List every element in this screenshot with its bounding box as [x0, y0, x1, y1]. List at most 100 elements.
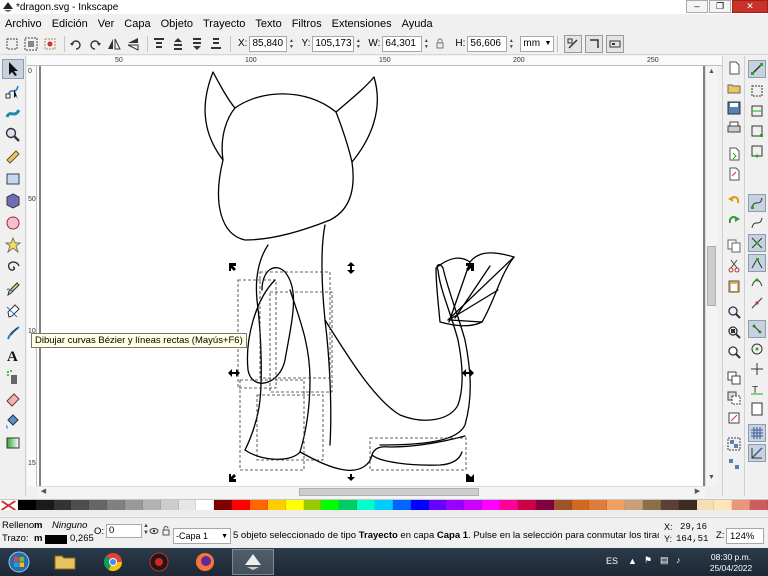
horizontal-scrollbar[interactable]: ◀ ▶	[37, 486, 705, 498]
box-3d-tool[interactable]	[2, 191, 24, 211]
raise-icon[interactable]	[170, 36, 186, 52]
select-all-icon[interactable]	[4, 36, 20, 52]
menu-ayuda[interactable]: Ayuda	[402, 18, 433, 30]
lower-to-bottom-icon[interactable]	[208, 36, 224, 52]
stroke-width[interactable]: 0,265	[70, 533, 94, 544]
menu-trayecto[interactable]: Trayecto	[203, 18, 245, 30]
snap-path-intersection-icon[interactable]	[748, 234, 766, 252]
menu-filtros[interactable]: Filtros	[292, 18, 322, 30]
x-spinner-icon[interactable]: ▲ ▼	[287, 36, 295, 52]
star-tool[interactable]	[2, 235, 24, 255]
menu-ver[interactable]: Ver	[98, 18, 115, 30]
network-icon[interactable]: ▤	[660, 555, 669, 566]
clock[interactable]: 08:30 p.m. 25/04/2022	[696, 552, 766, 574]
horizontal-scroll-thumb[interactable]	[299, 488, 479, 496]
gradient-tool[interactable]	[2, 433, 24, 453]
vertical-scroll-thumb[interactable]	[707, 246, 716, 306]
node-tool[interactable]	[2, 81, 24, 101]
save-icon[interactable]	[726, 100, 742, 116]
calligraphy-tool[interactable]	[2, 323, 24, 343]
snap-others-icon[interactable]	[748, 320, 766, 338]
snap-grid-icon[interactable]	[748, 424, 766, 442]
zoom-tool[interactable]	[2, 125, 24, 145]
text-tool[interactable]: A	[2, 345, 24, 365]
deselect-icon[interactable]	[42, 36, 58, 52]
unlink-clone-icon[interactable]	[726, 410, 742, 426]
ungroup-icon[interactable]	[726, 456, 742, 472]
w-input[interactable]: 64,301	[382, 35, 423, 52]
menu-archivo[interactable]: Archivo	[5, 18, 42, 30]
copy-icon[interactable]	[726, 238, 742, 254]
snap-bbox-edge-icon[interactable]	[748, 102, 766, 120]
selector-tool[interactable]	[2, 59, 24, 79]
fill-value[interactable]: Ninguno	[52, 520, 87, 531]
h-input[interactable]: 56,606	[467, 35, 508, 52]
close-button[interactable]: ✕	[732, 0, 768, 13]
taskbar-inkscape[interactable]	[232, 549, 274, 575]
snap-bbox-corner-icon[interactable]	[748, 122, 766, 140]
volume-icon[interactable]: ♪	[676, 555, 681, 565]
scroll-down-icon[interactable]: ▼	[707, 474, 716, 482]
print-icon[interactable]	[726, 120, 742, 136]
eraser-tool[interactable]	[2, 389, 24, 409]
vertical-scrollbar[interactable]: ▲ ▼	[705, 66, 717, 486]
paste-icon[interactable]	[726, 278, 742, 294]
menu-extensiones[interactable]: Extensiones	[332, 18, 392, 30]
select-all-layers-icon[interactable]	[23, 36, 39, 52]
zoom-input[interactable]: 124%	[726, 528, 764, 544]
layer-lock-icon[interactable]	[161, 526, 171, 539]
w-spinner-icon[interactable]: ▲ ▼	[422, 36, 430, 52]
raise-to-top-icon[interactable]	[151, 36, 167, 52]
export-icon[interactable]	[726, 166, 742, 182]
snap-nodes-icon[interactable]	[748, 194, 766, 212]
redo-icon[interactable]	[726, 212, 742, 228]
scroll-up-icon[interactable]: ▲	[707, 68, 716, 76]
unit-select[interactable]: mm ▼	[520, 35, 555, 52]
snap-bbox-icon[interactable]	[748, 82, 766, 100]
drawing-canvas[interactable]	[37, 66, 705, 486]
ellipse-tool[interactable]	[2, 213, 24, 233]
x-input[interactable]: 85,840	[249, 35, 288, 52]
rotate-cw-icon[interactable]	[87, 36, 103, 52]
cut-icon[interactable]	[726, 258, 742, 274]
snap-guides-icon[interactable]	[748, 444, 766, 462]
lower-icon[interactable]	[189, 36, 205, 52]
menu-capa[interactable]: Capa	[124, 18, 150, 30]
pencil-tool[interactable]	[2, 279, 24, 299]
taskbar-firefox[interactable]	[184, 549, 226, 575]
layer-visibility-icon[interactable]	[149, 526, 159, 539]
import-icon[interactable]	[726, 146, 742, 162]
snap-bbox-midpoint-icon[interactable]	[748, 142, 766, 160]
layer-select[interactable]: -Capa 1 ▼	[173, 528, 231, 544]
language-indicator[interactable]: ES	[606, 556, 618, 566]
paint-bucket-tool[interactable]	[2, 411, 24, 431]
scroll-left-icon[interactable]: ◀	[39, 487, 48, 497]
scroll-right-icon[interactable]: ▶	[693, 487, 702, 497]
zoom-selection-icon[interactable]	[726, 304, 742, 320]
opacity-input[interactable]: 0	[106, 524, 142, 538]
h-spinner-icon[interactable]: ▲ ▼	[507, 36, 515, 52]
undo-icon[interactable]	[726, 192, 742, 208]
duplicate-icon[interactable]	[726, 370, 742, 386]
new-document-icon[interactable]	[726, 60, 742, 76]
snap-enable-icon[interactable]	[748, 60, 766, 78]
move-gradients-toggle[interactable]	[606, 34, 625, 53]
bezier-tool[interactable]	[2, 301, 24, 321]
scale-stroke-toggle[interactable]	[564, 34, 583, 53]
snap-cusp-nodes-icon[interactable]	[748, 254, 766, 272]
group-icon[interactable]	[726, 436, 742, 452]
palette-scrollbar[interactable]	[0, 510, 768, 516]
minimize-button[interactable]: –	[686, 0, 708, 13]
maximize-button[interactable]: ❐	[709, 0, 731, 13]
tweak-tool[interactable]	[2, 103, 24, 123]
menu-objeto[interactable]: Objeto	[161, 18, 193, 30]
zoom-drawing-icon[interactable]	[726, 324, 742, 340]
snap-page-border-icon[interactable]	[748, 400, 766, 418]
y-input[interactable]: 105,173	[312, 35, 355, 52]
spray-tool[interactable]	[2, 367, 24, 387]
taskbar-chrome[interactable]	[92, 549, 134, 575]
spiral-tool[interactable]	[2, 257, 24, 277]
scale-corners-toggle[interactable]	[585, 34, 604, 53]
flip-vertical-icon[interactable]	[125, 36, 141, 52]
snap-midpoints-icon[interactable]	[748, 294, 766, 312]
